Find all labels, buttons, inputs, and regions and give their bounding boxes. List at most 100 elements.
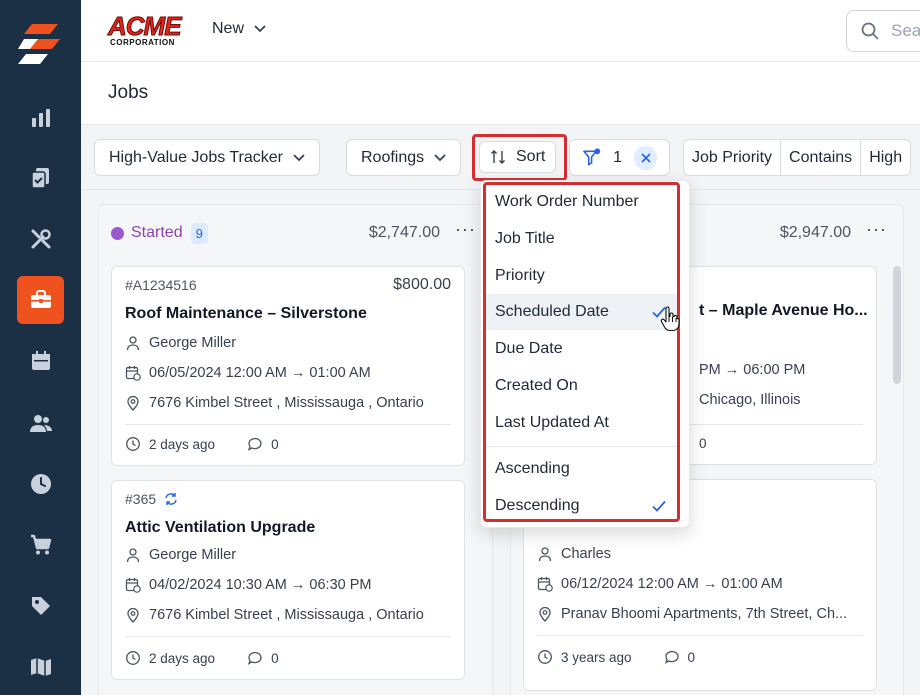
user-icon: [126, 548, 140, 563]
filter-rule[interactable]: Job Priority Contains High: [683, 139, 912, 176]
clock-icon: [30, 474, 51, 494]
column-header: Started 9 $2,747.00 ···: [111, 219, 480, 245]
kanban-column-started: Started 9 $2,747.00 ··· #A1234516 $800.0…: [98, 204, 493, 695]
column-more-button[interactable]: ···: [455, 219, 476, 240]
job-footer: 2 days ago 0: [125, 436, 279, 452]
sort-direction-descending[interactable]: Descending: [485, 488, 677, 524]
sort-option-work-order-number[interactable]: Work Order Number: [485, 184, 677, 220]
calendar-clock-icon: [125, 366, 141, 381]
job-amount: $800.00: [393, 276, 451, 293]
job-footer: 3 years ago 0: [537, 649, 695, 665]
job-age: 2 days ago: [149, 436, 216, 452]
job-schedule: 06/12/2024 12:00 AM → 01:00 AM: [537, 576, 783, 592]
column-more-button[interactable]: ···: [866, 219, 887, 240]
clock-icon: [538, 650, 552, 664]
app-window: ACME CORPORATION New Search Jobs High-Va…: [0, 0, 920, 695]
chart-bar-icon: [31, 109, 50, 127]
chevron-down-icon: [434, 153, 446, 161]
sort-option-created-on[interactable]: Created On: [485, 368, 677, 404]
category-selector[interactable]: Roofings: [346, 139, 462, 176]
tag-icon: [31, 597, 50, 615]
sort-option-priority[interactable]: Priority: [485, 258, 677, 294]
users-icon: [29, 415, 52, 432]
job-address: Pranav Bhoomi Apartments, 7th Street, Ch…: [537, 606, 847, 622]
chevron-down-icon: [293, 153, 305, 161]
clipboard-icon: [30, 168, 49, 189]
sidebar-item-reports[interactable]: [17, 94, 64, 142]
close-icon: [640, 152, 651, 163]
comment-icon[interactable]: [247, 436, 263, 452]
filter-rule-field[interactable]: Job Priority: [684, 140, 782, 175]
job-schedule: PM → 06:00 PM: [699, 362, 806, 378]
filter-icon: [583, 147, 601, 165]
tools-icon: [31, 229, 51, 249]
clear-filter-button[interactable]: [634, 145, 657, 170]
job-card[interactable]: #A1234516 $800.00 Roof Maintenance – Sil…: [111, 266, 465, 466]
location-pin-icon: [127, 395, 139, 411]
job-schedule: 04/02/2024 10:30 AM → 06:30 PM: [125, 577, 371, 593]
comment-icon[interactable]: [247, 650, 263, 666]
job-card[interactable]: #365 Attic Ventilation Upgrade George Mi…: [111, 480, 465, 680]
job-age: 2 days ago: [149, 650, 216, 666]
job-schedule: 06/05/2024 12:00 AM → 01:00 AM: [125, 365, 371, 381]
filter-count: 1: [613, 148, 623, 166]
sort-option-due-date[interactable]: Due Date: [485, 331, 677, 367]
job-address: 7676 Kimbel Street , Mississauga , Ontar…: [125, 395, 424, 411]
acme-logo-text: ACME: [108, 11, 183, 41]
filter-rule-value[interactable]: High: [861, 140, 910, 175]
sidebar-item-jobs[interactable]: [17, 276, 64, 324]
job-assignee: Charles: [537, 546, 611, 562]
sidebar-item-map[interactable]: [17, 643, 64, 691]
recurring-icon: [165, 493, 177, 505]
comment-count: 0: [699, 436, 707, 451]
column-total: $2,947.00: [779, 224, 851, 241]
location-pin-icon: [539, 606, 551, 622]
search-input[interactable]: Search: [846, 10, 920, 52]
chevron-down-icon: [254, 25, 266, 33]
sort-option-last-updated-at[interactable]: Last Updated At: [485, 405, 677, 441]
cart-icon: [30, 534, 51, 555]
sort-option-job-title[interactable]: Job Title: [485, 221, 677, 257]
comment-count: 0: [271, 436, 279, 452]
sort-highlight: [472, 134, 567, 181]
checkmark-icon: [652, 500, 666, 512]
search-icon: [861, 22, 879, 40]
new-button[interactable]: New: [212, 20, 266, 38]
job-title: Attic Ventilation Upgrade: [125, 519, 316, 536]
hand-cursor-icon: [660, 306, 680, 332]
app-logo-icon[interactable]: [18, 22, 64, 68]
column-count-badge: 9: [190, 222, 208, 244]
acme-logo[interactable]: ACME CORPORATION: [108, 12, 188, 48]
sort-menu: Work Order Number Job Title Priority Sch…: [480, 180, 690, 528]
job-id: #365: [125, 491, 178, 507]
job-age: 3 years ago: [561, 649, 632, 665]
view-selector[interactable]: High-Value Jobs Tracker: [94, 139, 320, 176]
sidebar: [0, 0, 81, 695]
job-id: #A1234516: [125, 277, 197, 293]
filter-button[interactable]: 1: [569, 139, 670, 176]
sidebar-item-customers[interactable]: [17, 399, 64, 447]
column-scrollbar[interactable]: [893, 266, 901, 384]
sidebar-item-store[interactable]: [17, 521, 64, 569]
map-icon: [30, 658, 51, 676]
sidebar-item-pricebook[interactable]: [17, 582, 64, 630]
filter-rule-operator[interactable]: Contains: [781, 140, 862, 175]
status-dot: [111, 226, 124, 240]
comment-icon[interactable]: [664, 649, 680, 665]
category-selector-label: Roofings: [361, 148, 425, 166]
job-footer: 0: [699, 436, 707, 451]
sidebar-item-timesheets[interactable]: [17, 460, 64, 508]
calendar-icon: [31, 351, 50, 370]
calendar-clock-icon: [125, 578, 141, 593]
job-assignee: George Miller: [125, 335, 236, 351]
user-icon: [538, 547, 552, 562]
column-total: $2,747.00: [368, 224, 440, 241]
sort-direction-ascending[interactable]: Ascending: [485, 451, 677, 487]
sidebar-item-quotes[interactable]: [17, 154, 64, 202]
sidebar-item-calendar[interactable]: [17, 337, 64, 385]
clock-icon: [126, 651, 140, 665]
sort-option-scheduled-date[interactable]: Scheduled Date: [485, 294, 677, 330]
sidebar-item-services[interactable]: [17, 215, 64, 263]
new-button-label: New: [212, 20, 245, 37]
acme-logo-subtext: CORPORATION: [110, 38, 175, 47]
